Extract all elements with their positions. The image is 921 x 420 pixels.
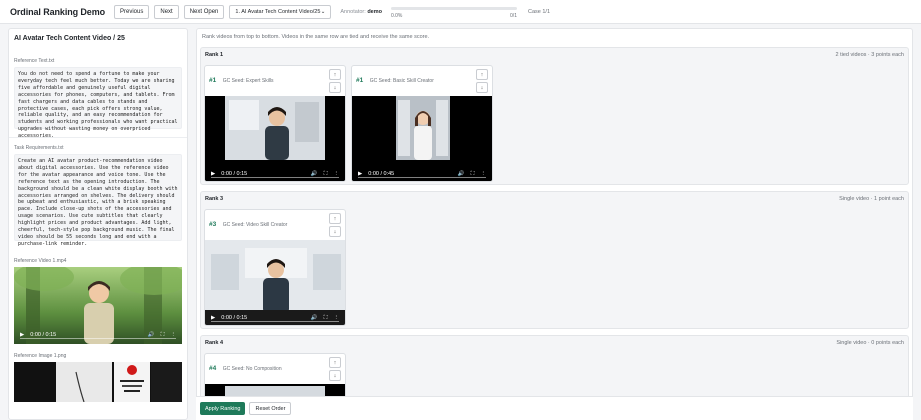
reference-image (14, 362, 182, 402)
task-requirements-box: Create an AI avatar product-recommendati… (14, 154, 182, 247)
reference-image-graphic (14, 362, 182, 402)
move-down-button[interactable]: ↓ (329, 226, 341, 237)
play-icon[interactable]: ▶ (211, 315, 215, 321)
card-header: #4 GC Seed: No Composition ↑ ↓ (205, 354, 345, 384)
card-rank-number: #4 (209, 365, 217, 372)
annotator-label: Annotator: (340, 8, 366, 15)
next-button[interactable]: Next (154, 4, 179, 19)
next-open-button[interactable]: Next Open (183, 4, 225, 19)
fullscreen-icon[interactable]: ⛶ (471, 171, 475, 178)
more-options-icon[interactable]: ⋮ (171, 332, 177, 338)
ranking-panel: Rank videos from top to bottom. Videos i… (196, 28, 913, 420)
rank-header: Rank 1 2 tied videos · 3 points each (201, 48, 908, 62)
rank-group: Rank 3 Single video · 1 point each #3 GC… (200, 191, 909, 329)
video-card[interactable]: #3 GC Seed: Video Skill Creator ↑ ↓ ▶ 0:… (204, 209, 346, 326)
rank-meta: 2 tied videos · 3 points each (835, 52, 905, 58)
card-header: #1 GC Seed: Basic Skill Creator ↑ ↓ (352, 66, 492, 96)
rank-meta: Single video · 0 points each (836, 340, 904, 346)
move-controls: ↑ ↓ (329, 69, 341, 93)
video-player[interactable]: ▶ 0:00 / 0:15 🔊 ⛶ ⋮ (205, 96, 345, 181)
reference-image-label: Reference Image 1.png (14, 353, 67, 359)
card-rank-number: #3 (209, 221, 217, 228)
move-up-button[interactable]: ↑ (329, 357, 341, 368)
video-controls: ▶ 0:00 / 0:15 🔊 ⛶ ⋮ (205, 309, 345, 325)
reset-order-button[interactable]: Reset Order (249, 402, 292, 415)
rank-meta: Single video · 1 point each (839, 196, 904, 202)
video-time: 0:00 / 0:15 (221, 315, 248, 321)
video-time: 0:00 / 0:15 (221, 171, 248, 177)
card-label: GC Seed: Video Skill Creator (222, 222, 288, 228)
video-card[interactable]: #1 GC Seed: Expert Skills ↑ ↓ ▶ 0:00 / 0… (204, 65, 346, 182)
video-player[interactable]: ▶ 0:00 / 0:45 🔊 ⛶ ⋮ (352, 96, 492, 181)
annotator-name: demo (367, 8, 382, 15)
rank-title: Rank 4 (205, 340, 224, 346)
case-counter: Case 1/1 (527, 8, 550, 15)
video-time: 0:00 / 0:45 (368, 171, 395, 177)
case-select[interactable]: 1. AI Avatar Tech Content Video/25 ⌄ (229, 4, 332, 19)
reference-text-label: Reference Text.txt (14, 58, 55, 64)
apply-ranking-button[interactable]: Apply Ranking (200, 402, 246, 415)
card-label: GC Seed: No Composition (222, 366, 282, 372)
card-label: GC Seed: Expert Skills (222, 78, 274, 84)
annotator: Annotator: demo (340, 9, 382, 15)
volume-icon[interactable]: 🔊 (311, 315, 318, 321)
card-rank-number: #1 (209, 77, 217, 84)
reference-panel: AI Avatar Tech Content Video / 25 Refere… (8, 28, 188, 420)
move-up-button[interactable]: ↑ (476, 69, 488, 80)
task-requirements-label: Task Requirements.txt (14, 145, 64, 151)
progress-track (390, 6, 517, 10)
move-controls: ↑ ↓ (329, 357, 341, 381)
card-header: #3 GC Seed: Video Skill Creator ↑ ↓ (205, 210, 345, 240)
previous-button[interactable]: Previous (114, 4, 150, 19)
reference-video-label: Reference Video 1.mp4 (14, 258, 67, 264)
ranking-instructions: Rank videos from top to bottom. Videos i… (202, 34, 430, 40)
move-controls: ↑ ↓ (476, 69, 488, 93)
reference-text-box: You do not need to spend a fortune to ma… (14, 67, 182, 139)
progress-count: 0/1 (510, 12, 517, 19)
fullscreen-icon[interactable]: ⛶ (324, 315, 328, 322)
move-up-button[interactable]: ↑ (329, 213, 341, 224)
play-icon[interactable]: ▶ (20, 332, 24, 338)
card-rank-number: #1 (356, 77, 364, 84)
video-controls: ▶ 0:00 / 0:15 🔊 ⛶ ⋮ (14, 326, 182, 344)
volume-icon[interactable]: 🔊 (311, 171, 318, 177)
fullscreen-icon[interactable]: ⛶ (161, 332, 165, 339)
more-options-icon[interactable]: ⋮ (334, 315, 340, 321)
move-down-button[interactable]: ↓ (476, 82, 488, 93)
rank-header: Rank 4 Single video · 0 points each (201, 336, 908, 350)
video-time: 0:00 / 0:15 (30, 332, 57, 338)
app-title: Ordinal Ranking Demo (10, 6, 106, 17)
move-down-button[interactable]: ↓ (329, 82, 341, 93)
chevron-down-icon: ⌄ (320, 8, 326, 15)
fullscreen-icon[interactable]: ⛶ (324, 171, 328, 178)
reference-video-player[interactable]: ▶ 0:00 / 0:15 🔊 ⛶ ⋮ (14, 267, 182, 344)
rank-group: Rank 1 2 tied videos · 3 points each #1 … (200, 47, 909, 185)
top-bar: Ordinal Ranking Demo Previous Next Next … (0, 0, 921, 24)
card-header: #1 GC Seed: Expert Skills ↑ ↓ (205, 66, 345, 96)
progress: 0.0% 0/1 (390, 3, 517, 21)
card-label: GC Seed: Basic Skill Creator (369, 78, 434, 84)
move-up-button[interactable]: ↑ (329, 69, 341, 80)
play-icon[interactable]: ▶ (358, 171, 362, 177)
video-player[interactable]: ▶ 0:00 / 0:15 🔊 ⛶ ⋮ (205, 240, 345, 325)
case-title: AI Avatar Tech Content Video / 25 (14, 35, 125, 42)
action-bar: Apply Ranking Reset Order (196, 396, 913, 420)
more-options-icon[interactable]: ⋮ (334, 171, 340, 177)
rank-title: Rank 3 (205, 196, 224, 202)
volume-icon[interactable]: 🔊 (458, 171, 465, 177)
rank-title: Rank 1 (205, 52, 224, 58)
video-controls: ▶ 0:00 / 0:15 🔊 ⛶ ⋮ (205, 165, 345, 181)
volume-icon[interactable]: 🔊 (148, 332, 155, 338)
video-card[interactable]: #1 GC Seed: Basic Skill Creator ↑ ↓ ▶ 0:… (351, 65, 493, 182)
move-down-button[interactable]: ↓ (329, 370, 341, 381)
video-controls: ▶ 0:00 / 0:45 🔊 ⛶ ⋮ (352, 165, 492, 181)
rank-header: Rank 3 Single video · 1 point each (201, 192, 908, 206)
more-options-icon[interactable]: ⋮ (481, 171, 487, 177)
progress-percent: 0.0% (390, 12, 403, 19)
move-controls: ↑ ↓ (329, 213, 341, 237)
play-icon[interactable]: ▶ (211, 171, 215, 177)
case-select-value: 1. AI Avatar Tech Content Video/25 (235, 8, 321, 15)
